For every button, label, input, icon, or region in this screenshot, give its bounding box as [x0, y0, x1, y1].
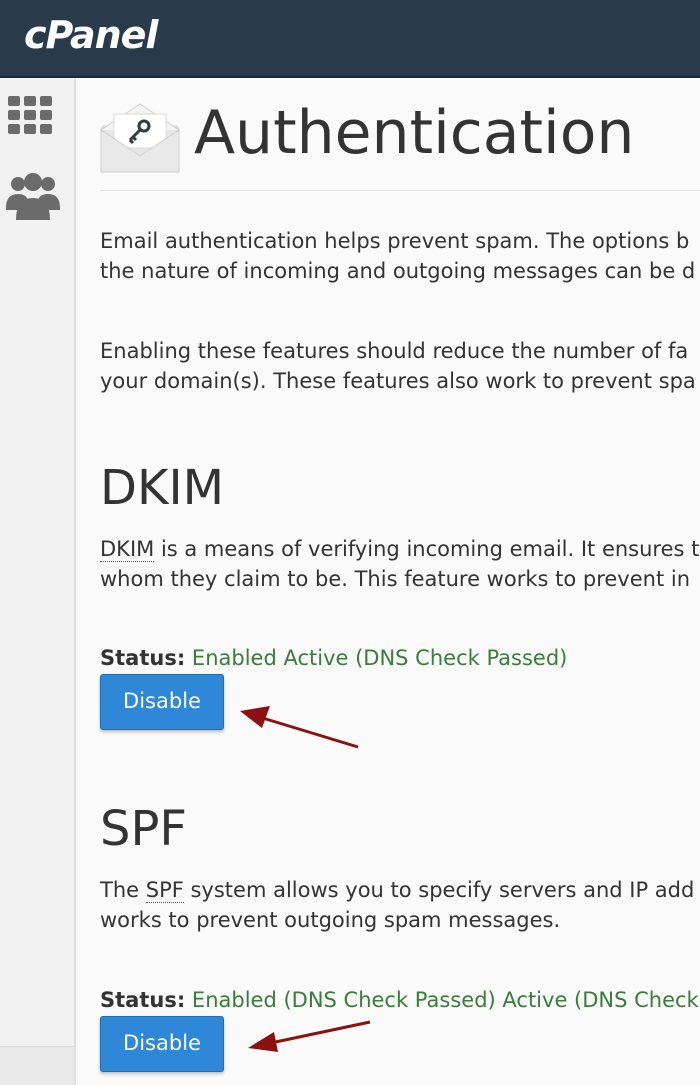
dkim-description: DKIM is a means of verifying incoming em…	[100, 534, 700, 594]
dkim-status-label: Status:	[100, 646, 186, 670]
dkim-desc-line-1: DKIM is a means of verifying incoming em…	[100, 537, 700, 562]
spf-heading: SPF	[100, 801, 188, 857]
intro-paragraph: Email authentication helps prevent spam.…	[100, 226, 700, 286]
spf-abbr: SPF	[145, 878, 184, 903]
grid-icon[interactable]	[8, 96, 60, 140]
dkim-heading: DKIM	[100, 460, 225, 516]
annotation-arrow-icon	[240, 706, 359, 749]
dkim-status: Status: Enabled Active (DNS Check Passed…	[100, 644, 567, 672]
features-paragraph: Enabling these features should reduce th…	[100, 336, 700, 396]
dkim-status-value: Enabled Active (DNS Check Passed)	[191, 646, 568, 670]
intro-line-2: the nature of incoming and outgoing mess…	[100, 259, 696, 283]
annotation-arrow-icon	[248, 1020, 371, 1052]
spf-desc-line-2: works to prevent outgoing spam messages.	[100, 908, 561, 932]
spf-status: Status: Enabled (DNS Check Passed) Activ…	[100, 986, 699, 1014]
top-bar: cPanel	[0, 0, 700, 78]
email-key-icon	[100, 102, 182, 178]
spf-disable-button[interactable]: Disable	[100, 1016, 224, 1072]
main-content: Authentication Email authentication help…	[76, 78, 700, 1085]
features-line-1: Enabling these features should reduce th…	[100, 339, 689, 363]
dkim-disable-button[interactable]: Disable	[100, 674, 224, 730]
dkim-desc-line-2: whom they claim to be. This feature work…	[100, 567, 691, 591]
spf-status-value: Enabled (DNS Check Passed) Active (DNS C…	[191, 988, 699, 1012]
page-title: Authentication	[194, 98, 635, 168]
spf-status-label: Status:	[100, 988, 186, 1012]
cpanel-logo[interactable]: cPanel	[24, 10, 158, 60]
page-header: Authentication	[100, 98, 700, 191]
features-line-2: your domain(s). These features also work…	[100, 369, 696, 393]
sidebar	[0, 78, 76, 1085]
spf-desc-line-1: The SPF system allows you to specify ser…	[100, 878, 695, 903]
intro-line-1: Email authentication helps prevent spam.…	[100, 229, 690, 253]
dkim-abbr: DKIM	[100, 537, 155, 562]
sidebar-footer	[0, 1046, 74, 1085]
spf-description: The SPF system allows you to specify ser…	[100, 875, 700, 935]
users-icon[interactable]	[6, 170, 60, 226]
